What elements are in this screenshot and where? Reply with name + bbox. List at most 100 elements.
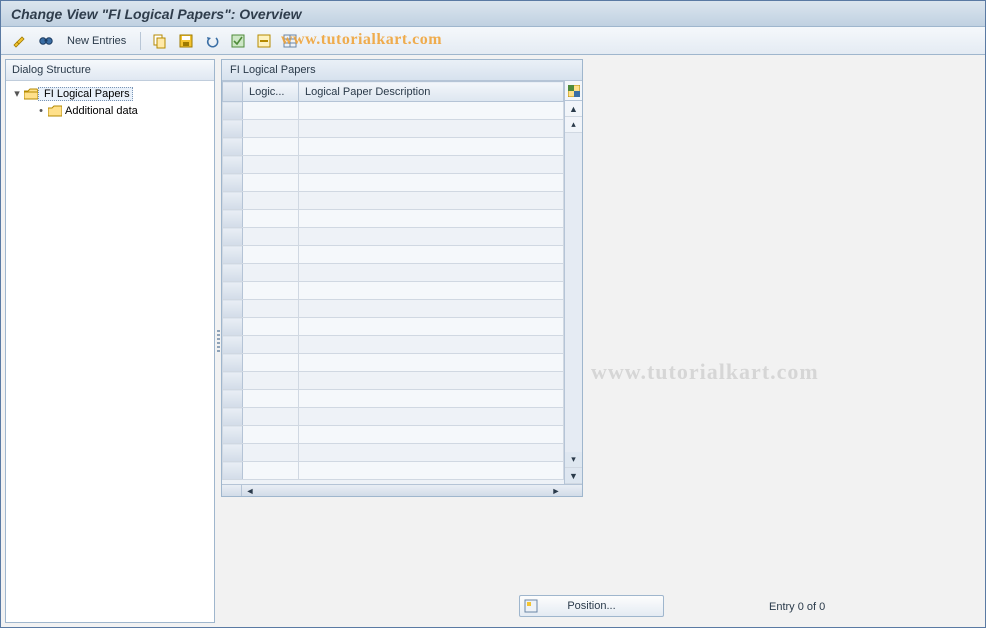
input-description[interactable] bbox=[299, 264, 563, 281]
row-selector[interactable] bbox=[223, 282, 243, 300]
input-description[interactable] bbox=[299, 426, 563, 443]
scroll-up-step-button[interactable]: ▴ bbox=[565, 117, 582, 133]
cell-logic[interactable] bbox=[243, 300, 299, 318]
cell-logic[interactable] bbox=[243, 192, 299, 210]
cell-logic[interactable] bbox=[243, 318, 299, 336]
cell-logic[interactable] bbox=[243, 156, 299, 174]
row-selector[interactable] bbox=[223, 138, 243, 156]
row-selector[interactable] bbox=[223, 156, 243, 174]
cell-description[interactable] bbox=[299, 228, 564, 246]
input-logic[interactable] bbox=[243, 246, 298, 263]
cell-description[interactable] bbox=[299, 462, 564, 480]
cell-description[interactable] bbox=[299, 354, 564, 372]
cell-logic[interactable] bbox=[243, 336, 299, 354]
row-selector[interactable] bbox=[223, 318, 243, 336]
cell-logic[interactable] bbox=[243, 210, 299, 228]
vertical-scrollbar-track[interactable] bbox=[565, 133, 582, 452]
change-toggle-button[interactable] bbox=[9, 31, 31, 51]
row-selector[interactable] bbox=[223, 300, 243, 318]
input-logic[interactable] bbox=[243, 210, 298, 227]
row-selector[interactable] bbox=[223, 174, 243, 192]
horizontal-scrollbar-track[interactable] bbox=[258, 485, 548, 496]
input-description[interactable] bbox=[299, 462, 563, 479]
cell-description[interactable] bbox=[299, 318, 564, 336]
input-logic[interactable] bbox=[243, 264, 298, 281]
input-description[interactable] bbox=[299, 102, 563, 119]
save-button[interactable] bbox=[175, 31, 197, 51]
input-description[interactable] bbox=[299, 336, 563, 353]
input-description[interactable] bbox=[299, 120, 563, 137]
input-logic[interactable] bbox=[243, 462, 298, 479]
input-logic[interactable] bbox=[243, 444, 298, 461]
cell-description[interactable] bbox=[299, 372, 564, 390]
cell-logic[interactable] bbox=[243, 372, 299, 390]
cell-description[interactable] bbox=[299, 156, 564, 174]
row-selector[interactable] bbox=[223, 390, 243, 408]
row-selector[interactable] bbox=[223, 408, 243, 426]
cell-description[interactable] bbox=[299, 282, 564, 300]
column-header-description[interactable]: Logical Paper Description bbox=[299, 82, 564, 102]
input-description[interactable] bbox=[299, 372, 563, 389]
input-description[interactable] bbox=[299, 408, 563, 425]
cell-description[interactable] bbox=[299, 102, 564, 120]
cell-logic[interactable] bbox=[243, 390, 299, 408]
column-header-logic[interactable]: Logic... bbox=[243, 82, 299, 102]
input-description[interactable] bbox=[299, 444, 563, 461]
input-logic[interactable] bbox=[243, 426, 298, 443]
input-logic[interactable] bbox=[243, 282, 298, 299]
input-description[interactable] bbox=[299, 174, 563, 191]
row-selector[interactable] bbox=[223, 336, 243, 354]
row-selector[interactable] bbox=[223, 426, 243, 444]
input-description[interactable] bbox=[299, 156, 563, 173]
cell-logic[interactable] bbox=[243, 354, 299, 372]
input-description[interactable] bbox=[299, 192, 563, 209]
cell-description[interactable] bbox=[299, 390, 564, 408]
row-selector-header[interactable] bbox=[223, 82, 243, 102]
tree-node-additional-data[interactable]: • Additional data bbox=[8, 102, 212, 119]
input-logic[interactable] bbox=[243, 120, 298, 137]
input-logic[interactable] bbox=[243, 354, 298, 371]
delimit-button[interactable] bbox=[279, 31, 301, 51]
cell-description[interactable] bbox=[299, 408, 564, 426]
scroll-right-button[interactable]: ► bbox=[548, 485, 564, 496]
cell-description[interactable] bbox=[299, 174, 564, 192]
input-logic[interactable] bbox=[243, 318, 298, 335]
input-description[interactable] bbox=[299, 246, 563, 263]
scroll-down-button[interactable]: ▼ bbox=[565, 468, 582, 484]
cell-logic[interactable] bbox=[243, 462, 299, 480]
cell-description[interactable] bbox=[299, 426, 564, 444]
cell-description[interactable] bbox=[299, 138, 564, 156]
input-description[interactable] bbox=[299, 210, 563, 227]
cell-logic[interactable] bbox=[243, 264, 299, 282]
input-description[interactable] bbox=[299, 354, 563, 371]
scroll-up-button[interactable]: ▲ bbox=[565, 101, 582, 117]
scroll-down-step-button[interactable]: ▾ bbox=[565, 452, 582, 468]
cell-description[interactable] bbox=[299, 444, 564, 462]
input-description[interactable] bbox=[299, 282, 563, 299]
row-selector[interactable] bbox=[223, 264, 243, 282]
copy-as-button[interactable] bbox=[149, 31, 171, 51]
input-logic[interactable] bbox=[243, 228, 298, 245]
input-logic[interactable] bbox=[243, 174, 298, 191]
tree-node-fi-logical-papers[interactable]: ▾ FI Logical Papers bbox=[8, 85, 212, 102]
input-logic[interactable] bbox=[243, 390, 298, 407]
cell-description[interactable] bbox=[299, 192, 564, 210]
input-logic[interactable] bbox=[243, 192, 298, 209]
cell-logic[interactable] bbox=[243, 174, 299, 192]
tree-collapse-icon[interactable]: ▾ bbox=[12, 87, 22, 100]
row-selector[interactable] bbox=[223, 120, 243, 138]
find-button[interactable] bbox=[35, 31, 57, 51]
row-selector[interactable] bbox=[223, 228, 243, 246]
cell-logic[interactable] bbox=[243, 228, 299, 246]
row-selector[interactable] bbox=[223, 246, 243, 264]
input-description[interactable] bbox=[299, 318, 563, 335]
cell-description[interactable] bbox=[299, 300, 564, 318]
cell-description[interactable] bbox=[299, 246, 564, 264]
input-logic[interactable] bbox=[243, 408, 298, 425]
input-logic[interactable] bbox=[243, 156, 298, 173]
row-selector[interactable] bbox=[223, 102, 243, 120]
deselect-all-button[interactable] bbox=[253, 31, 275, 51]
input-logic[interactable] bbox=[243, 138, 298, 155]
cell-logic[interactable] bbox=[243, 426, 299, 444]
row-selector[interactable] bbox=[223, 210, 243, 228]
